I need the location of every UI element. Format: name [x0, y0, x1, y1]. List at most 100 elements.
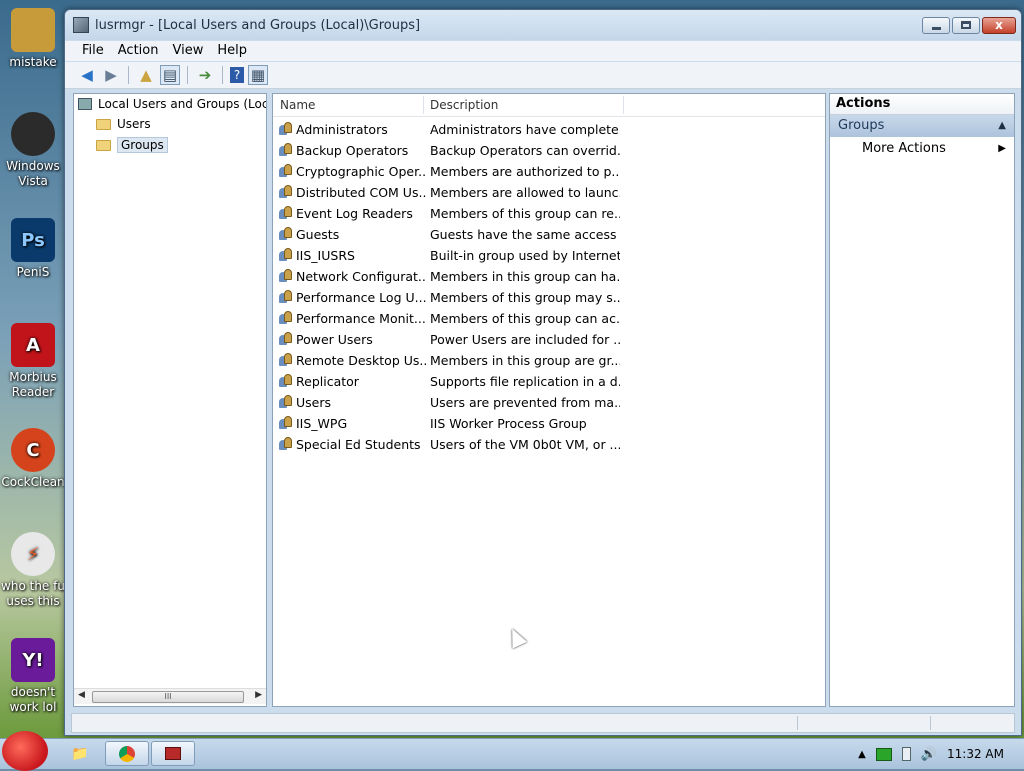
group-name: Special Ed Students [296, 437, 421, 452]
table-row[interactable]: Distributed COM Us... Members are allowed… [279, 182, 819, 203]
show-hidden-icons-icon[interactable]: ▲ [858, 749, 866, 760]
more-actions-item[interactable]: More Actions ▶ [830, 137, 1014, 161]
menu-help[interactable]: Help [210, 41, 254, 61]
group-icon [279, 395, 293, 409]
menu-view[interactable]: View [165, 41, 210, 61]
group-icon [279, 437, 293, 451]
column-header-name[interactable]: Name [280, 98, 315, 112]
group-icon [279, 227, 293, 241]
group-name: IIS_IUSRS [296, 248, 355, 263]
table-row[interactable]: Cryptographic Oper... Members are authori… [279, 161, 819, 182]
title-bar[interactable]: lusrmgr - [Local Users and Groups (Local… [65, 10, 1021, 40]
group-description: Members are authorized to p... [430, 164, 620, 179]
desktop-icon-who-the-fu[interactable]: ⚡ who the fu uses this [0, 532, 66, 609]
desktop-icon-mistake[interactable]: mistake [0, 8, 66, 70]
desktop-icon-cockclean[interactable]: C CockClean [0, 428, 66, 490]
group-description: Guests have the same access ... [430, 227, 620, 242]
desktop-icon-label: Windows Vista [6, 159, 60, 188]
desktop-icon-label: CockClean [1, 475, 65, 489]
column-header-description[interactable]: Description [430, 98, 498, 112]
actions-header: Actions [830, 94, 1014, 115]
toolbar-separator [187, 66, 188, 84]
explorer-icon[interactable]: 📁 [58, 741, 102, 766]
table-row[interactable]: Performance Monit... Members of this grou… [279, 308, 819, 329]
scroll-left-icon[interactable]: ◀ [78, 690, 85, 700]
pdf-reader-icon: A [11, 323, 55, 367]
battery-icon[interactable] [901, 747, 911, 761]
tree-root[interactable]: Local Users and Groups (Local) [78, 97, 267, 111]
collapse-icon[interactable]: ▲ [998, 115, 1006, 137]
group-description: Backup Operators can overrid... [430, 143, 620, 158]
group-icon [279, 164, 293, 178]
table-row[interactable]: Power Users Power Users are included for … [279, 329, 819, 350]
up-folder-icon[interactable]: ▲ [136, 65, 156, 85]
chrome-taskbar-button[interactable] [105, 741, 149, 766]
group-description: Built-in group used by Internet... [430, 248, 620, 263]
desktop-icon-doesnt-work[interactable]: Y! doesn't work lol [0, 638, 66, 715]
minimize-button[interactable] [922, 17, 950, 34]
group-icon [279, 143, 293, 157]
folder-icon [96, 139, 111, 151]
column-divider[interactable] [423, 96, 424, 114]
group-description: Users are prevented from ma... [430, 395, 620, 410]
horizontal-scrollbar[interactable]: ◀ III ▶ [74, 688, 266, 704]
computer-icon [78, 98, 92, 110]
group-name: Event Log Readers [296, 206, 413, 221]
actions-section-groups[interactable]: Groups ▲ [830, 115, 1014, 137]
back-icon[interactable]: ◀ [77, 65, 97, 85]
desktop-icon-morbius-reader[interactable]: A Morbius Reader [0, 323, 66, 400]
table-row[interactable]: IIS_IUSRS Built-in group used by Internet… [279, 245, 819, 266]
maximize-button[interactable] [952, 17, 980, 34]
scroll-thumb[interactable]: III [92, 691, 244, 703]
column-divider[interactable] [623, 96, 624, 114]
tree-root-label: Local Users and Groups (Local) [98, 97, 267, 111]
group-icon [279, 206, 293, 220]
table-row[interactable]: Network Configurat... Members in this gro… [279, 266, 819, 287]
action-pane-icon[interactable]: ▦ [248, 65, 268, 85]
group-icon [279, 248, 293, 262]
group-description: Supports file replication in a d... [430, 374, 620, 389]
start-button[interactable] [2, 731, 48, 771]
table-row[interactable]: Backup Operators Backup Operators can ove… [279, 140, 819, 161]
group-name: Users [296, 395, 332, 410]
menu-action[interactable]: Action [111, 41, 166, 61]
tree-item-users[interactable]: Users [96, 117, 151, 131]
lusrmgr-taskbar-button[interactable] [151, 741, 195, 766]
group-name: Network Configurat... [296, 269, 426, 284]
table-row[interactable]: Special Ed Students Users of the VM 0b0t … [279, 434, 819, 455]
yahoo-messenger-icon: Y! [11, 638, 55, 682]
table-row[interactable]: IIS_WPG IIS Worker Process Group [279, 413, 819, 434]
forward-icon[interactable]: ▶ [101, 65, 121, 85]
close-button[interactable]: x [982, 17, 1016, 34]
group-description: Members of this group may s... [430, 290, 620, 305]
volume-icon[interactable]: 🔊 [921, 747, 937, 762]
submenu-arrow-icon: ▶ [998, 143, 1006, 154]
group-name: Remote Desktop Us... [296, 353, 426, 368]
taskbar: 📁 ▲ 🔊 11:32 AM [0, 731, 1024, 771]
group-description: Members in this group can ha... [430, 269, 620, 284]
menu-file[interactable]: File [75, 41, 111, 61]
show-hide-tree-icon[interactable]: ▤ [160, 65, 180, 85]
table-row[interactable]: Performance Log U... Members of this grou… [279, 287, 819, 308]
status-bar [71, 713, 1015, 733]
toolbox-icon [165, 747, 181, 760]
desktop-icon-windows-vista[interactable]: Windows Vista [0, 112, 66, 189]
table-row[interactable]: Remote Desktop Us... Members in this grou… [279, 350, 819, 371]
group-icon [279, 311, 293, 325]
toolbar: ◀ ▶ ▲ ▤ ➔ ? ▦ [65, 62, 1021, 89]
network-icon[interactable] [875, 747, 892, 761]
desktop-icon-penis[interactable]: Ps PeniS [0, 218, 66, 280]
more-actions-label: More Actions [862, 141, 946, 156]
clock[interactable]: 11:32 AM [947, 747, 1004, 761]
help-icon[interactable]: ? [230, 67, 244, 83]
scroll-right-icon[interactable]: ▶ [255, 690, 262, 700]
table-row[interactable]: Guests Guests have the same access ... [279, 224, 819, 245]
desktop-icon-label: mistake [9, 55, 57, 69]
table-row[interactable]: Replicator Supports file replication in a… [279, 371, 819, 392]
table-row[interactable]: Administrators Administrators have comple… [279, 119, 819, 140]
table-row[interactable]: Event Log Readers Members of this group c… [279, 203, 819, 224]
export-list-icon[interactable]: ➔ [195, 65, 215, 85]
table-row[interactable]: Users Users are prevented from ma... [279, 392, 819, 413]
window-title: lusrmgr - [Local Users and Groups (Local… [95, 18, 421, 33]
tree-item-groups[interactable]: Groups [96, 137, 168, 153]
